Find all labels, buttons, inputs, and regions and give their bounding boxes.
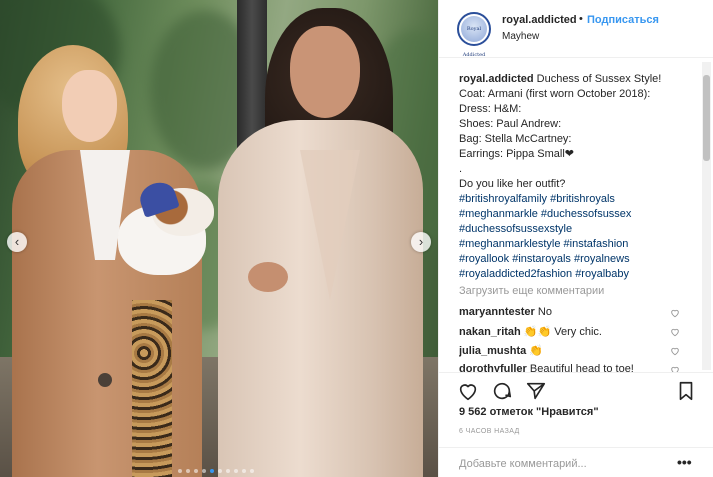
caption-username[interactable]: royal.addicted <box>459 73 534 85</box>
comments-scroll-area[interactable]: royal.addicted Duchess of Sussex Style! C… <box>439 59 713 372</box>
comment-username[interactable]: julia_mushta <box>459 345 526 357</box>
carousel-dots <box>178 469 254 473</box>
add-comment-bar: ••• <box>439 447 713 477</box>
separator-dot: • <box>579 13 583 25</box>
comment-text: 👏👏 Very chic. <box>520 326 602 338</box>
comment-icon[interactable] <box>491 380 513 402</box>
location-link[interactable]: Mayhew <box>502 31 539 42</box>
hashtag-links[interactable]: #meghanmarkle #duchessofsussex <box>459 208 631 220</box>
comment-like-heart-icon[interactable] <box>670 365 680 372</box>
scrollbar-thumb[interactable] <box>703 75 710 161</box>
hashtag-links[interactable]: #britishroyalfamily #britishroyals <box>459 193 615 205</box>
caption-text: Duchess of Sussex Style! <box>533 73 662 85</box>
comment-like-heart-icon[interactable] <box>670 327 680 337</box>
carousel-dot[interactable] <box>194 469 198 473</box>
caption-text: Earrings: Pippa Small❤ <box>459 148 574 160</box>
carousel-dot[interactable] <box>202 469 206 473</box>
carousel-dot[interactable] <box>178 469 182 473</box>
follow-button[interactable]: Подписаться <box>587 14 659 26</box>
caption-line: #meghanmarkle #duchessofsussex <box>459 207 697 222</box>
comment-like-heart-icon[interactable] <box>670 308 680 318</box>
caption-text: Coat: Armani (first worn October 2018): <box>459 88 651 100</box>
caption-text: . <box>459 163 463 175</box>
leopard-scarf <box>132 300 172 477</box>
comment-username[interactable]: maryanntester <box>459 306 535 318</box>
caption-line: Dress: H&M: <box>459 102 697 117</box>
caption-text: Bag: Stella McCartney: <box>459 133 572 145</box>
caption-line: Do you like her outfit? <box>459 177 697 192</box>
woman-right-face <box>290 26 360 118</box>
hashtag-links[interactable]: #duchessofsussexstyle <box>459 223 572 235</box>
caption-line: royal.addicted Duchess of Sussex Style! <box>459 72 697 87</box>
comment-row: dorothyfuller Beautiful head to toe! <box>459 363 689 372</box>
caption-text: Do you like her outfit? <box>459 178 566 190</box>
caption-line: #meghanmarklestyle #instafashion <box>459 237 697 252</box>
bookmark-icon[interactable] <box>675 380 697 402</box>
carousel-dot[interactable] <box>186 469 190 473</box>
caption-line: Earrings: Pippa Small❤ <box>459 147 697 162</box>
caption-line: Coat: Armani (first worn October 2018): <box>459 87 697 102</box>
likes-count[interactable]: 9 562 отметок "Нравится" <box>459 406 599 418</box>
caption-line: #duchessofsussexstyle <box>459 222 697 237</box>
post-timestamp[interactable]: 6 ЧАСОВ НАЗАД <box>459 428 520 435</box>
caption-text: Shoes: Paul Andrew: <box>459 118 562 130</box>
carousel-dot[interactable] <box>250 469 254 473</box>
caption-line: #royaladdicted2fashion #royalbaby <box>459 267 697 282</box>
carousel-dot[interactable] <box>218 469 222 473</box>
comment-username[interactable]: nakan_ritah <box>459 326 521 338</box>
caption-text: Dress: H&M: <box>459 103 522 115</box>
caption-line: #royallook #instaroyals #royalnews <box>459 252 697 267</box>
comment-text: Beautiful head to toe! <box>526 363 634 372</box>
coat-button <box>98 373 112 387</box>
caption-line: . <box>459 162 697 177</box>
caption-line: Bag: Stella McCartney: <box>459 132 697 147</box>
woman-right-hand <box>248 262 288 292</box>
avatar[interactable]: Royal Addicted <box>457 12 491 58</box>
load-more-comments-link[interactable]: Загрузить еще комментарии <box>459 285 604 297</box>
post-photo[interactable]: ‹ › <box>0 0 438 477</box>
comment-text: No <box>534 306 552 318</box>
carousel-dot[interactable] <box>242 469 246 473</box>
comment-row: julia_mushta 👏 <box>459 344 689 357</box>
hashtag-links[interactable]: #royallook #instaroyals #royalnews <box>459 253 630 265</box>
post-header: Royal Addicted royal.addicted • Подписат… <box>439 0 713 58</box>
comment-text: 👏 <box>526 345 544 357</box>
avatar-logo: Royal Addicted <box>461 16 487 58</box>
comment-input[interactable] <box>459 456 669 472</box>
carousel-dot[interactable] <box>234 469 238 473</box>
caption: royal.addicted Duchess of Sussex Style! C… <box>459 72 697 282</box>
caption-line: #britishroyalfamily #britishroyals <box>459 192 697 207</box>
hashtag-links[interactable]: #meghanmarklestyle #instafashion <box>459 238 628 250</box>
post-side-panel: Royal Addicted royal.addicted • Подписат… <box>438 0 713 477</box>
more-options-button[interactable]: ••• <box>677 454 692 470</box>
carousel-dot[interactable] <box>226 469 230 473</box>
comment-row: nakan_ritah 👏👏 Very chic. <box>459 325 689 338</box>
action-bar <box>439 372 713 407</box>
share-icon[interactable] <box>525 380 547 402</box>
comment-row: maryanntester No <box>459 306 689 318</box>
comment-like-heart-icon[interactable] <box>670 346 680 356</box>
hashtag-links[interactable]: #royaladdicted2fashion #royalbaby <box>459 268 629 280</box>
woman-left-face <box>62 70 117 142</box>
heart-icon[interactable] <box>457 380 479 402</box>
carousel-dot[interactable] <box>210 469 214 473</box>
caption-line: Shoes: Paul Andrew: <box>459 117 697 132</box>
carousel-prev-button[interactable]: ‹ <box>7 232 27 252</box>
carousel-next-button[interactable]: › <box>411 232 431 252</box>
header-username[interactable]: royal.addicted <box>502 14 577 26</box>
comment-username[interactable]: dorothyfuller <box>459 363 527 372</box>
